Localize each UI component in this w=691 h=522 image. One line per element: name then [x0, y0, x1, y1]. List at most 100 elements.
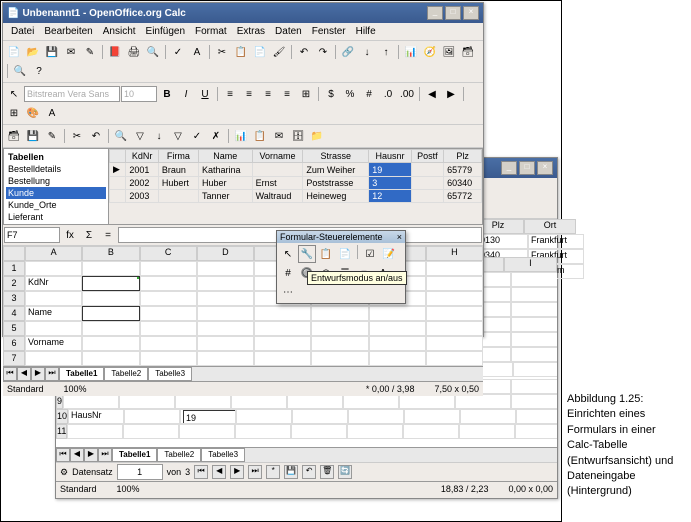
textbox-icon[interactable]: 📝 [380, 245, 398, 263]
colhead-d[interactable]: D [197, 246, 254, 261]
tree-bestellung[interactable]: Bestellung [6, 175, 106, 187]
copy-icon[interactable]: 📋 [232, 43, 250, 61]
indent-dec-icon[interactable]: ◀ [423, 85, 441, 103]
chart-icon[interactable]: 📊 [402, 43, 420, 61]
tree-bestelldetails[interactable]: Bestelldetails [6, 163, 106, 175]
format-icon[interactable]: # [279, 264, 297, 282]
col-firma[interactable]: Firma [158, 150, 198, 163]
tab-sheet3[interactable]: Tabelle3 [148, 367, 192, 381]
rec-last[interactable]: ⏭ [248, 465, 262, 479]
colhead-a[interactable]: A [25, 246, 82, 261]
nav-icon[interactable]: 🧭 [421, 43, 439, 61]
name-box[interactable] [4, 227, 60, 243]
rec-undo[interactable]: ↶ [302, 465, 316, 479]
db-src-icon[interactable]: 🗄 [289, 127, 307, 145]
close-button[interactable]: × [537, 161, 553, 175]
edit-icon[interactable]: ✎ [81, 43, 99, 61]
new-icon[interactable]: 📄 [5, 43, 23, 61]
menu-hilfe[interactable]: Hilfe [352, 25, 380, 38]
tab-prev[interactable]: ◀ [70, 448, 84, 462]
db-expl-icon[interactable]: 📁 [308, 127, 326, 145]
tab-prev[interactable]: ◀ [17, 367, 31, 381]
menu-daten[interactable]: Daten [271, 25, 306, 38]
db-find-icon[interactable]: 🔍 [112, 127, 130, 145]
rec-next[interactable]: ▶ [230, 465, 244, 479]
tab-sheet1[interactable]: Tabelle1 [112, 448, 157, 462]
fx-icon[interactable]: fx [61, 226, 79, 244]
fontcolor-icon[interactable]: A [43, 104, 61, 122]
bold-icon[interactable]: B [158, 85, 176, 103]
menu-bearbeiten[interactable]: Bearbeiten [40, 25, 96, 38]
pdf-icon[interactable]: 📕 [106, 43, 124, 61]
link-icon[interactable]: 🔗 [339, 43, 357, 61]
align-center-icon[interactable]: ≡ [240, 85, 258, 103]
select-icon[interactable]: ↖ [279, 245, 297, 263]
align-left-icon[interactable]: ≡ [221, 85, 239, 103]
font-size-input[interactable] [121, 86, 157, 102]
col-strasse[interactable]: Strasse [303, 150, 369, 163]
tab-last[interactable]: ⏭ [98, 448, 112, 462]
align-right-icon[interactable]: ≡ [259, 85, 277, 103]
rec-new[interactable]: * [266, 465, 280, 479]
auto-icon[interactable]: A [188, 43, 206, 61]
col-name[interactable]: Name [198, 150, 252, 163]
percent-icon[interactable]: % [341, 85, 359, 103]
minimize-button[interactable]: _ [427, 6, 443, 20]
tree-lieferant[interactable]: Lieferant [6, 211, 106, 223]
control-props-icon[interactable]: 📋 [317, 245, 335, 263]
design-mode-icon[interactable]: 🔧 [298, 245, 316, 263]
sum-icon[interactable]: Σ [80, 226, 98, 244]
input-hausnr[interactable] [183, 410, 236, 424]
tree-header[interactable]: Tabellen [6, 151, 106, 163]
rec-save[interactable]: 💾 [284, 465, 298, 479]
menu-datei[interactable]: Datei [7, 25, 38, 38]
tab-next[interactable]: ▶ [84, 448, 98, 462]
form-props-icon[interactable]: 📄 [336, 245, 354, 263]
colhead-c[interactable]: C [140, 246, 197, 261]
print-icon[interactable]: 🖨 [125, 43, 143, 61]
menu-ansicht[interactable]: Ansicht [99, 25, 140, 38]
col-postf[interactable]: Postf [411, 150, 443, 163]
menu-extras[interactable]: Extras [233, 25, 269, 38]
float-close-icon[interactable]: × [397, 232, 402, 242]
paste-icon[interactable]: 📄 [251, 43, 269, 61]
more-icon[interactable]: ⋯ [279, 283, 297, 301]
record-number[interactable] [117, 464, 163, 480]
spell-icon[interactable]: ✓ [169, 43, 187, 61]
colhead-b[interactable]: B [82, 246, 139, 261]
sort-asc-icon[interactable]: ↓ [358, 43, 376, 61]
eq-icon[interactable]: = [99, 226, 117, 244]
rec-refresh[interactable]: 🔄 [338, 465, 352, 479]
db-edit-icon[interactable]: ✎ [43, 127, 61, 145]
tab-first[interactable]: ⏮ [56, 448, 70, 462]
col-plz[interactable]: Plz [444, 150, 482, 163]
maximize-button[interactable]: □ [519, 161, 535, 175]
db-remove-icon[interactable]: ✗ [207, 127, 225, 145]
db-form-icon[interactable]: 📋 [251, 127, 269, 145]
db-icon[interactable]: 🗃 [459, 43, 477, 61]
db-sort-icon[interactable]: ↓ [150, 127, 168, 145]
checkbox-icon[interactable]: ☑ [361, 245, 379, 263]
close-button[interactable]: × [463, 6, 479, 20]
colhead-i[interactable]: I [504, 257, 557, 272]
gallery-icon[interactable]: 🖼 [440, 43, 458, 61]
db-cut-icon[interactable]: ✂ [68, 127, 86, 145]
db-mail-icon[interactable]: ✉ [270, 127, 288, 145]
rec-delete[interactable]: 🗑 [320, 465, 334, 479]
rec-first[interactable]: ⏮ [194, 465, 208, 479]
dec-dec-icon[interactable]: .00 [398, 85, 416, 103]
tab-sheet1[interactable]: Tabelle1 [59, 367, 104, 381]
brush-icon[interactable]: 🖌 [270, 43, 288, 61]
maximize-button[interactable]: □ [445, 6, 461, 20]
tab-sheet3[interactable]: Tabelle3 [201, 448, 245, 462]
tab-sheet2[interactable]: Tabelle2 [104, 367, 148, 381]
tab-first[interactable]: ⏮ [3, 367, 17, 381]
save-icon[interactable]: 💾 [43, 43, 61, 61]
redo-icon[interactable]: ↷ [314, 43, 332, 61]
number-icon[interactable]: # [360, 85, 378, 103]
col-hausnr[interactable]: Hausnr [369, 150, 411, 163]
rec-prev[interactable]: ◀ [212, 465, 226, 479]
undo-icon[interactable]: ↶ [295, 43, 313, 61]
arrow-icon[interactable]: ↖ [5, 85, 23, 103]
col-kdnr[interactable]: KdNr [126, 150, 158, 163]
